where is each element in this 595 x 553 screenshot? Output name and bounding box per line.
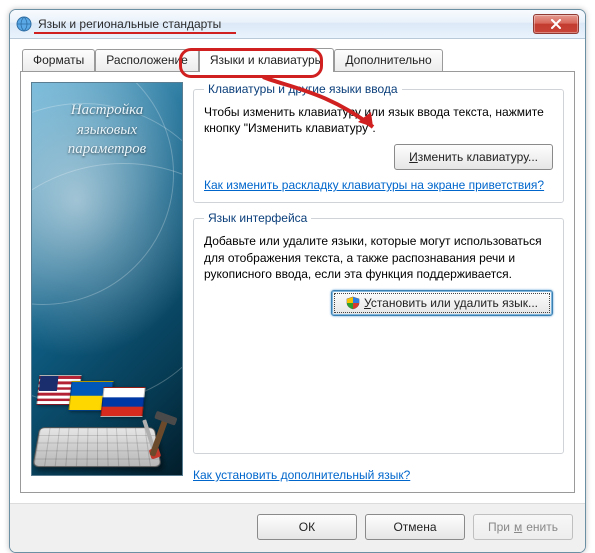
tab-page: Настройка языковых параметров Клавиатуры [20,71,575,493]
tab-keyboards[interactable]: Языки и клавиатуры [199,48,334,72]
install-lang-accel: У [364,296,371,310]
titlebar: Язык и региональные стандарты [10,10,585,39]
region-language-dialog: Язык и региональные стандарты Форматы Ра… [9,9,586,553]
apply-accel: м [514,520,522,534]
dialog-button-row: ОК Отмена Применить [10,503,585,552]
tools-icon [142,413,176,461]
tab-formats[interactable]: Форматы [22,49,95,71]
sidebar-line3: параметров [32,140,182,160]
install-lang-label: становить или удалить язык... [371,296,538,310]
apply-post: енить [526,520,558,534]
window-title: Язык и региональные стандарты [38,17,533,31]
sidebar-banner: Настройка языковых параметров [31,82,183,476]
change-keyboard-accel: И [409,150,418,164]
ok-button[interactable]: ОК [257,514,357,540]
annotation-underline [34,32,236,34]
cancel-button[interactable]: Отмена [365,514,465,540]
change-keyboard-label: зменить клавиатуру... [418,150,538,164]
sidebar-line1: Настройка [32,101,182,121]
tab-location[interactable]: Расположение [95,49,199,71]
install-uninstall-language-button[interactable]: Установить или удалить язык... [331,290,553,316]
tabstrip: Форматы Расположение Языки и клавиатуры … [22,47,575,71]
group-interface-legend: Язык интерфейса [204,211,311,225]
uac-shield-icon [346,296,360,310]
tab-advanced[interactable]: Дополнительно [334,49,442,71]
install-additional-language-link[interactable]: Как установить дополнительный язык? [193,468,410,482]
change-keyboard-button[interactable]: Изменить клавиатуру... [394,144,553,170]
globe-icon [16,16,32,32]
group-interface-desc: Добавьте или удалите языки, которые могу… [204,233,553,282]
sidebar-heading: Настройка языковых параметров [32,101,182,160]
keyboard-layout-help-link[interactable]: Как изменить раскладку клавиатуры на экр… [204,178,544,192]
content-column: Клавиатуры и другие языки ввода Чтобы из… [193,82,564,482]
group-keyboards: Клавиатуры и другие языки ввода Чтобы из… [193,82,564,203]
sidebar-line2: языковых [32,121,182,141]
client-area: Форматы Расположение Языки и клавиатуры … [10,39,585,503]
apply-pre: При [488,520,510,534]
group-keyboards-legend: Клавиатуры и другие языки ввода [204,82,402,96]
flags-illustration [38,375,144,417]
group-interface-language: Язык интерфейса Добавьте или удалите язы… [193,211,564,454]
flag-ru-icon [100,387,145,417]
close-button[interactable] [533,14,579,34]
apply-button[interactable]: Применить [473,514,573,540]
group-keyboards-desc: Чтобы изменить клавиатуру или язык ввода… [204,104,553,136]
close-icon [550,19,562,29]
